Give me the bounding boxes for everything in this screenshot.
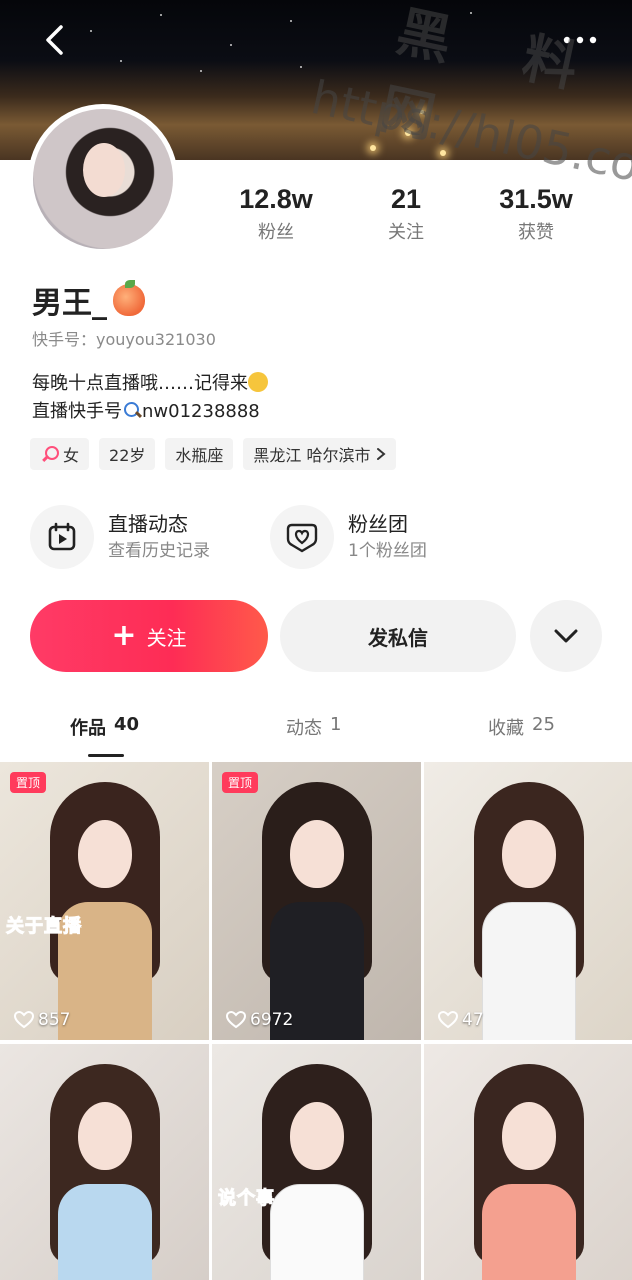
tab-works[interactable]: 作品 40	[70, 714, 139, 740]
follow-label: 关注	[146, 625, 187, 650]
tab-count: 25	[532, 714, 555, 735]
plus-icon: +	[111, 618, 137, 653]
like-count: 857	[14, 1010, 70, 1030]
bio-line-2: 直播快手号	[32, 401, 122, 422]
feature-icon-wrap	[270, 505, 334, 569]
magnifier-icon	[122, 401, 142, 421]
peach-icon	[113, 280, 145, 316]
feature-title: 直播动态	[108, 512, 188, 536]
stat-value: 12.8w	[239, 184, 313, 214]
tab-count: 40	[114, 714, 140, 735]
profile-tags: 女 22岁 水瓶座 黑龙江 哈尔滨市	[30, 438, 396, 470]
tab-active-indicator	[88, 754, 124, 757]
back-button[interactable]	[34, 20, 74, 60]
video-overlay-text: 关于直播	[6, 916, 82, 938]
user-id[interactable]: 快手号：youyou321030	[32, 326, 216, 350]
tag-gender: 女	[30, 438, 90, 470]
feature-icon-wrap	[30, 505, 94, 569]
tag-gender-label: 女	[63, 446, 80, 465]
video-tile[interactable]: 置顶 关于直播 857	[0, 762, 209, 1040]
message-button[interactable]: 发私信	[280, 600, 516, 672]
tab-count: 1	[330, 714, 342, 735]
tab-moments[interactable]: 动态 1	[286, 714, 341, 740]
tag-location[interactable]: 黑龙江 哈尔滨市	[243, 438, 396, 470]
profile-name-text: 男王_	[32, 286, 107, 321]
video-tile[interactable]: 47	[424, 762, 632, 1040]
tab-label: 作品	[70, 718, 106, 739]
calendar-play-icon	[48, 522, 76, 551]
tab-label: 收藏	[488, 718, 524, 739]
chevron-right-icon	[376, 448, 386, 460]
pinned-badge: 置顶	[10, 772, 47, 793]
feature-live-history[interactable]: 直播动态 查看历史记录	[30, 504, 210, 570]
video-grid: 置顶 关于直播 857 置顶 6972 47 说个事	[0, 762, 632, 1280]
like-count: 47	[438, 1010, 484, 1030]
heart-badge-icon	[286, 523, 318, 553]
stat-followers[interactable]: 12.8w 粉丝	[216, 182, 336, 244]
content-tabs: 作品 40 动态 1 收藏 25	[0, 706, 632, 757]
feature-subtitle: 1个粉丝团	[348, 541, 427, 561]
video-overlay-text: 说个事	[218, 1188, 275, 1210]
tag-age-label: 22岁	[109, 446, 146, 465]
more-dots-icon	[563, 36, 597, 44]
like-count-value: 6972	[250, 1010, 294, 1030]
stat-value: 21	[390, 184, 422, 214]
tag-age: 22岁	[99, 438, 156, 470]
tab-favorites[interactable]: 收藏 25	[488, 714, 555, 740]
heart-icon	[438, 1011, 458, 1029]
stat-following[interactable]: 21 关注	[346, 182, 466, 244]
video-tile[interactable]	[0, 1044, 209, 1280]
video-tile[interactable]	[424, 1044, 632, 1280]
stat-label: 获赞	[518, 222, 554, 243]
bio: 每晚十点直播哦……记得来 直播快手号 nw01238888	[32, 370, 268, 426]
stat-value: 31.5w	[499, 184, 573, 214]
chevron-left-icon	[46, 25, 63, 55]
avatar[interactable]	[28, 104, 178, 254]
feature-subtitle: 查看历史记录	[108, 541, 210, 561]
female-icon	[40, 445, 59, 463]
stat-likes[interactable]: 31.5w 获赞	[476, 182, 596, 244]
heart-icon	[14, 1011, 34, 1029]
tag-zodiac: 水瓶座	[165, 438, 234, 470]
feature-title: 粉丝团	[348, 512, 408, 536]
like-count-value: 47	[462, 1010, 484, 1030]
feature-fan-club[interactable]: 粉丝团 1个粉丝团	[270, 504, 427, 570]
stat-label: 关注	[388, 222, 424, 243]
chevron-down-icon	[554, 629, 578, 643]
stat-label: 粉丝	[258, 222, 294, 243]
profile-name: 男王_	[32, 278, 145, 322]
expand-button[interactable]	[530, 600, 602, 672]
follow-button[interactable]: + 关注	[30, 600, 268, 672]
video-tile[interactable]: 置顶 6972	[212, 762, 421, 1040]
pinned-badge: 置顶	[222, 772, 259, 793]
like-count: 6972	[226, 1010, 293, 1030]
video-tile[interactable]: 说个事	[212, 1044, 421, 1280]
tag-location-label: 黑龙江 哈尔滨市	[253, 446, 371, 465]
bio-line-2-id: nw01238888	[142, 401, 260, 422]
heart-icon	[226, 1011, 246, 1029]
bio-line-1: 每晚十点直播哦……记得来	[32, 373, 248, 394]
tag-zodiac-label: 水瓶座	[175, 446, 224, 465]
more-options-button[interactable]	[558, 22, 602, 58]
like-count-value: 857	[38, 1010, 71, 1030]
message-label: 发私信	[368, 625, 428, 650]
tab-label: 动态	[286, 718, 322, 739]
thinking-emoji-icon	[248, 372, 268, 392]
